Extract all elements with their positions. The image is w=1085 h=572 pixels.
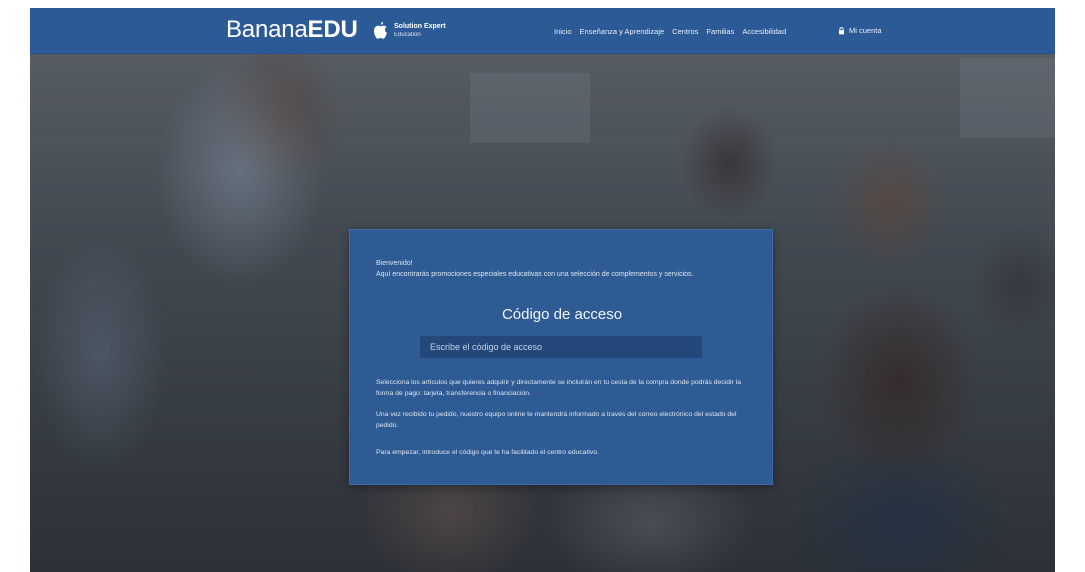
brand-logo[interactable]: BananaEDU <box>226 16 358 44</box>
apple-logo-icon <box>373 21 387 39</box>
info-paragraph-select: Selecciona los artículos que quieres adq… <box>376 379 741 397</box>
apple-solution-expert-label: Solution Expert Education <box>394 23 446 39</box>
my-account-label: Mi cuenta <box>849 26 882 35</box>
nav-item-centros[interactable]: Centros <box>672 27 698 36</box>
main-nav: Inicio Enseñanza y Aprendizaje Centros F… <box>554 27 786 36</box>
background-window <box>470 73 590 143</box>
brand-logo-bold: EDU <box>307 16 358 43</box>
apple-label-line2: Education <box>394 32 421 38</box>
nav-item-accesibilidad[interactable]: Accesibilidad <box>742 27 786 36</box>
nav-item-familias[interactable]: Familias <box>706 27 734 36</box>
access-code-card: Bienvenido! Aquí encontrarás promociones… <box>349 229 773 485</box>
info-paragraph-order: Una vez recibido tu pedido, nuestro equi… <box>376 411 737 429</box>
lock-icon <box>838 26 845 34</box>
info-paragraph-start: Para empezar, introduce el código que te… <box>376 449 599 456</box>
nav-item-inicio[interactable]: Inicio <box>554 27 572 36</box>
intro-text: Aquí encontrarás promociones especiales … <box>376 271 694 278</box>
my-account-link[interactable]: Mi cuenta <box>838 26 882 35</box>
background-window <box>960 58 1055 138</box>
access-code-title: Código de acceso <box>501 306 623 323</box>
welcome-text: Bienvenido! <box>376 260 413 267</box>
nav-item-ensenanza[interactable]: Enseñanza y Aprendizaje <box>580 27 665 36</box>
apple-label-line1: Solution Expert <box>394 23 446 30</box>
browser-viewport: BananaEDU Solution Expert Education Inic… <box>30 8 1055 572</box>
top-navigation-bar: BananaEDU Solution Expert Education Inic… <box>30 8 1055 54</box>
access-code-input[interactable] <box>420 336 702 358</box>
brand-logo-light: Banana <box>226 16 308 43</box>
